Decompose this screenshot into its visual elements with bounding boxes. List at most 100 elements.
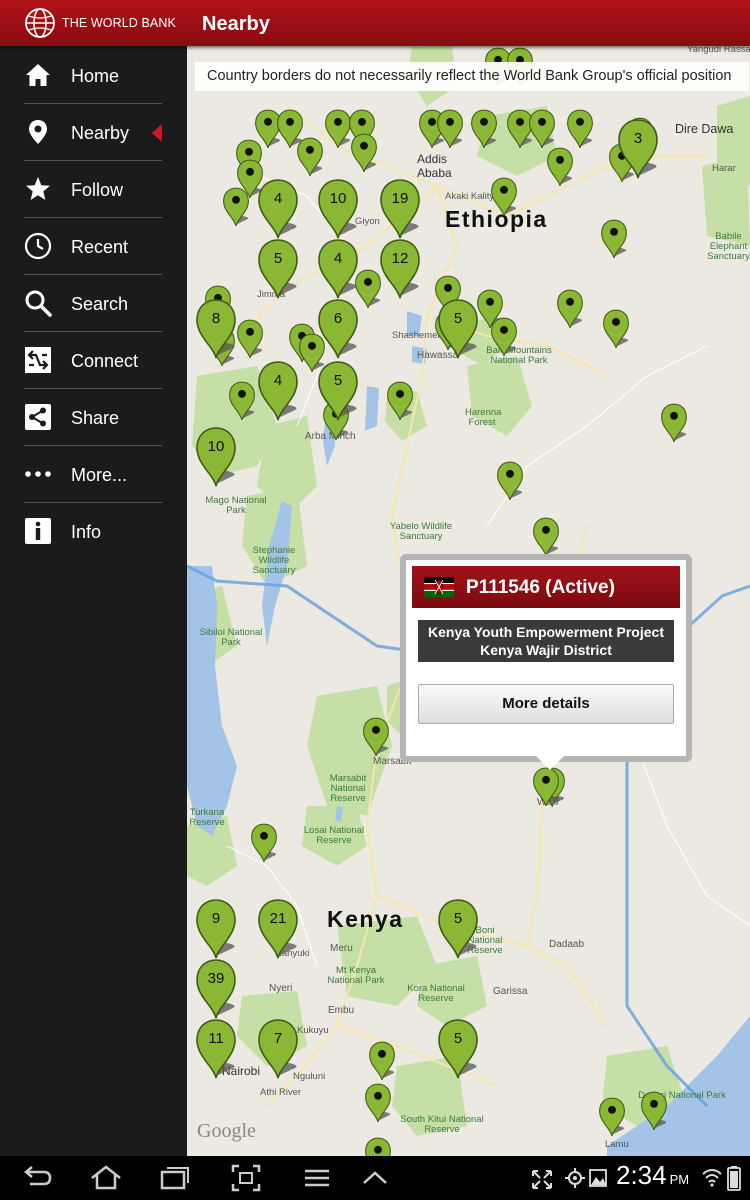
cluster-count: 5 [453,310,463,327]
back-icon[interactable] [20,1162,54,1194]
city-label: Athi River [260,1087,302,1098]
project-marker[interactable] [469,108,499,155]
project-cluster-marker[interactable]: 19 [377,178,423,240]
home-button-icon[interactable] [88,1162,124,1194]
sidebar: Home Nearby Follow Recent Search Connect… [0,46,187,1156]
project-marker[interactable] [249,822,279,869]
park-label: Losai National Reserve [303,825,365,846]
fullscreen-icon [532,1170,552,1189]
project-marker[interactable] [555,288,585,335]
project-marker[interactable] [435,108,465,155]
cluster-count: 4 [273,372,283,389]
project-cluster-marker[interactable]: 6 [315,298,361,360]
cluster-count: 11 [208,1030,224,1047]
project-cluster-marker[interactable]: 5 [435,1018,481,1080]
cluster-count: 4 [333,250,343,267]
project-marker[interactable] [221,186,251,233]
project-marker[interactable] [361,716,391,763]
sidebar-item-share[interactable]: Share [0,389,187,446]
sidebar-item-connect[interactable]: Connect [0,332,187,389]
sidebar-item-info[interactable]: Info [0,503,187,560]
country-label-kenya: Kenya [327,906,404,932]
project-cluster-marker[interactable]: 10 [315,178,361,240]
project-cluster-marker[interactable]: 5 [435,898,481,960]
project-id-title: P111546 (Active) [466,577,615,598]
search-icon [25,290,52,317]
recent-apps-icon[interactable] [158,1162,192,1194]
globe-icon [25,8,55,38]
project-marker[interactable] [363,1082,393,1129]
sidebar-item-follow[interactable]: Follow [0,161,187,218]
park-label: Harenna Forest [465,407,502,428]
city-label: Addis Ababa [417,152,452,180]
cluster-count: 10 [329,190,347,207]
project-marker[interactable] [545,146,575,193]
cluster-count: 5 [333,372,343,389]
project-cluster-marker[interactable]: 4 [255,178,301,240]
sidebar-item-label: Nearby [71,123,130,143]
city-label: Akaki Kality [445,191,495,202]
project-cluster-marker[interactable]: 39 [193,958,239,1020]
park-label: South Kitui National Reserve [400,1114,484,1135]
sidebar-item-label: Share [71,408,120,428]
park-label: Babile Elephant Sanctuary [707,232,750,262]
project-marker[interactable] [601,308,631,355]
project-cluster-marker[interactable]: 12 [377,238,423,300]
project-popup[interactable]: P111546 (Active) Kenya Youth Empowerment… [400,554,692,770]
project-marker[interactable] [235,318,265,365]
chevron-up-icon[interactable] [360,1162,390,1194]
project-marker[interactable] [659,402,689,449]
status-clock: 2:34 PM [616,1160,689,1191]
park-label: Stephanie Wildlife Sanctuary [252,545,296,576]
project-marker[interactable] [363,1136,393,1156]
project-marker[interactable] [295,136,325,183]
cluster-count: 3 [633,130,643,147]
project-marker[interactable] [599,218,629,265]
project-cluster-marker[interactable]: 4 [255,360,301,422]
google-attribution: Google [197,1120,256,1142]
project-marker[interactable] [349,132,379,179]
home-icon [26,64,50,86]
more-details-button[interactable]: More details [418,684,674,724]
city-label: Nyeri [269,983,293,994]
project-cluster-marker[interactable]: 4 [315,238,361,300]
connect-icon [25,347,51,373]
project-marker[interactable] [597,1096,627,1143]
project-marker[interactable] [227,380,257,427]
sidebar-item-label: Follow [71,180,124,200]
popup-pointer [536,756,564,770]
project-cluster-marker[interactable]: 9 [193,898,239,960]
sidebar-item-recent[interactable]: Recent [0,218,187,275]
project-cluster-marker[interactable]: 5 [255,238,301,300]
share-icon [25,404,51,430]
active-indicator [152,124,162,142]
project-cluster-marker[interactable]: 11 [193,1018,239,1080]
project-cluster-marker[interactable]: 5 [315,360,361,422]
project-marker[interactable] [489,316,519,363]
world-bank-logo[interactable]: THE WORLD BANK [0,0,187,46]
project-marker[interactable] [367,1040,397,1087]
gps-icon [565,1168,585,1188]
project-cluster-marker[interactable]: 5 [435,298,481,360]
project-cluster-marker[interactable]: 3 [615,118,661,180]
project-cluster-marker[interactable]: 21 [255,898,301,960]
project-cluster-marker[interactable]: 10 [193,426,239,488]
info-icon [25,518,51,544]
project-marker[interactable] [385,380,415,427]
sidebar-item-search[interactable]: Search [0,275,187,332]
project-cluster-marker[interactable]: 7 [255,1018,301,1080]
sidebar-item-home[interactable]: Home [0,47,187,104]
selected-project-marker[interactable] [531,766,561,813]
gallery-notification-icon [589,1169,607,1187]
sidebar-item-more[interactable]: More... [0,446,187,503]
project-marker[interactable] [489,176,519,223]
project-marker[interactable] [639,1090,669,1137]
project-marker[interactable] [495,460,525,507]
cluster-count: 8 [211,310,221,327]
menu-icon[interactable] [302,1162,332,1194]
screenshot-icon[interactable] [229,1162,263,1194]
park-label: Marsabit National Reserve [329,773,367,804]
park-label: Turkana Reserve [189,808,225,828]
sidebar-item-nearby[interactable]: Nearby [0,104,187,161]
project-cluster-marker[interactable]: 8 [193,298,239,360]
